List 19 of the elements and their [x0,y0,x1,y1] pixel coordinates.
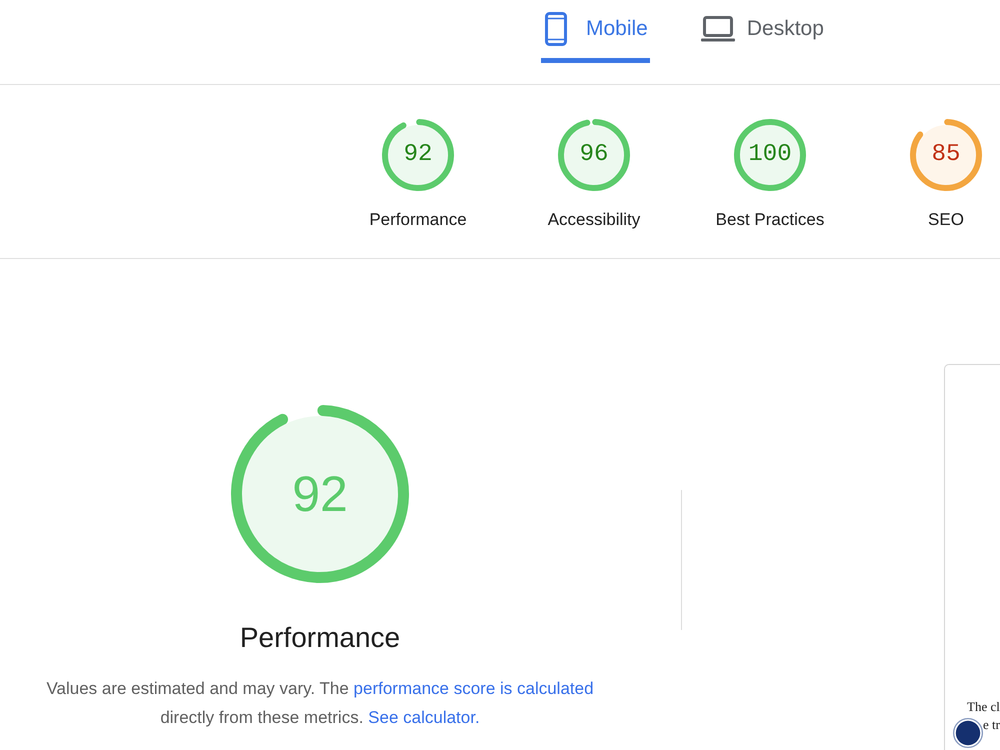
gauge-label[interactable]: Best Practices [716,209,824,231]
screenshot-text: e tr [983,717,1000,732]
gauge-score: 96 [580,143,608,167]
device-tab[interactable]: Desktop [700,0,826,63]
calculator-link[interactable]: See calculator. [368,708,480,727]
score-calculation-link[interactable]: performance score is calculated [354,679,594,698]
gauge-score: 92 [292,469,348,519]
gauge-label[interactable]: Accessibility [548,209,640,231]
gauge-label[interactable]: Performance [369,209,467,231]
phone-icon [545,12,567,46]
section-title: Performance [240,621,400,655]
score-description: Values are estimated and may vary. The performance score is calculated directly from these metrics. See calculator. [45,678,595,729]
gauge-score: 100 [748,143,792,167]
gauge-score: 92 [404,143,432,167]
gauge-score: 85 [932,143,960,167]
device-tab[interactable]: Mobile [541,0,650,63]
laptop-icon [700,16,735,42]
screenshot-text: The cl [967,699,1000,714]
gauge-label[interactable]: SEO [928,209,964,231]
